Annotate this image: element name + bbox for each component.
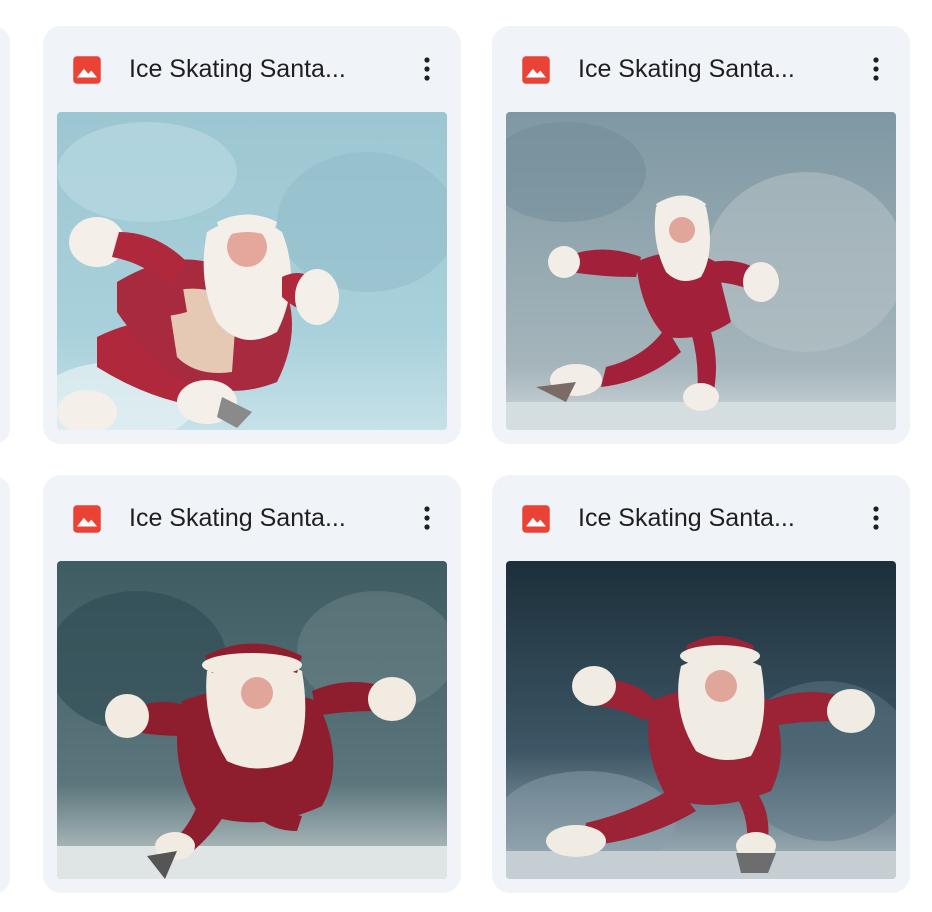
card-header: Ice Skating Santa...: [43, 26, 461, 112]
image-file-icon: [73, 505, 101, 533]
file-card[interactable]: Ice Skating Santa...: [43, 26, 461, 444]
image-thumbnail[interactable]: [57, 561, 447, 879]
file-card[interactable]: Ice Skating Santa...: [43, 475, 461, 893]
image-file-icon: [73, 56, 101, 84]
santa-skating-image: [57, 112, 447, 430]
santa-skating-image: [506, 561, 896, 879]
more-options-button[interactable]: [413, 501, 441, 535]
file-title[interactable]: Ice Skating Santa...: [129, 501, 389, 535]
card-header: Ice Skating Santa...: [492, 475, 910, 561]
file-title[interactable]: Ice Skating Santa...: [578, 501, 838, 535]
more-options-button[interactable]: [862, 52, 890, 86]
card-header: Ice Skating Santa...: [43, 475, 461, 561]
santa-skating-image: [57, 561, 447, 879]
image-thumbnail[interactable]: [506, 561, 896, 879]
file-card[interactable]: Ice Skating Santa...: [492, 26, 910, 444]
more-options-button[interactable]: [413, 52, 441, 86]
image-thumbnail[interactable]: [506, 112, 896, 430]
partial-card-left[interactable]: [0, 26, 10, 444]
santa-skating-image: [506, 112, 896, 430]
partial-card-left[interactable]: [0, 476, 10, 894]
more-vert-icon: [424, 57, 430, 81]
file-card[interactable]: Ice Skating Santa...: [492, 475, 910, 893]
more-vert-icon: [424, 506, 430, 530]
more-vert-icon: [873, 57, 879, 81]
more-options-button[interactable]: [862, 501, 890, 535]
file-title[interactable]: Ice Skating Santa...: [129, 52, 389, 86]
more-vert-icon: [873, 506, 879, 530]
image-file-icon: [522, 505, 550, 533]
card-header: Ice Skating Santa...: [492, 26, 910, 112]
image-file-icon: [522, 56, 550, 84]
image-thumbnail[interactable]: [57, 112, 447, 430]
file-title[interactable]: Ice Skating Santa...: [578, 52, 838, 86]
